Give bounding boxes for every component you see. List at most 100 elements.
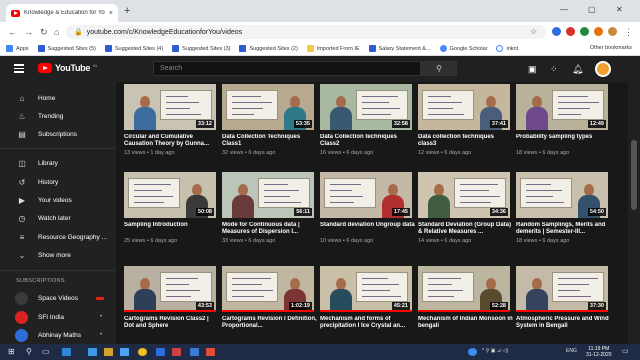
video-thumbnail[interactable]: 43:53 <box>124 266 216 312</box>
hamburger-menu-icon[interactable] <box>14 64 24 73</box>
video-thumbnail[interactable]: 56:11 <box>222 172 314 218</box>
video-title[interactable]: Random Samplings, Merits and demerits | … <box>516 222 612 236</box>
windows-start-icon[interactable]: ⊞ <box>8 347 15 357</box>
video-thumbnail[interactable]: 1:02:19 <box>222 266 314 312</box>
video-card[interactable]: 37:30 Atmospheric Pressure and Wind Syste… <box>516 266 609 344</box>
apps-grid-icon[interactable]: ⁘ <box>550 63 558 75</box>
sidebar-item-subscriptions[interactable]: ▤ Subscriptions <box>0 125 116 143</box>
minimize-button[interactable]: — <box>560 5 568 14</box>
sidebar-item-library[interactable]: ◫ Library <box>0 154 116 172</box>
taskbar-app-icon[interactable] <box>206 348 215 356</box>
other-bookmarks[interactable]: Other bookmarks <box>590 45 632 51</box>
task-view-icon[interactable]: ▭ <box>42 347 50 357</box>
forward-arrow-icon[interactable]: → <box>24 26 33 38</box>
video-title[interactable]: Cartograms Revision I Definition, Propor… <box>222 316 318 330</box>
home-icon[interactable]: ⌂ <box>54 26 59 38</box>
video-title[interactable]: Mechanism and forms of precipitation I I… <box>320 316 416 330</box>
video-thumbnail[interactable]: 12:49 <box>516 84 608 130</box>
bookmark-item[interactable]: Suggested Sites (4) <box>104 45 163 52</box>
sidebar-item-trending[interactable]: ♨ Trending <box>0 107 116 125</box>
video-title[interactable]: Circular and Cumulative Causation Theory… <box>124 134 220 148</box>
video-thumbnail[interactable]: 53:35 <box>222 84 314 130</box>
new-tab-button[interactable]: + <box>124 4 130 18</box>
sidebar-item-history[interactable]: ↺ History <box>0 173 116 191</box>
bookmark-item[interactable]: Suggested Sites (5) <box>37 45 96 52</box>
back-arrow-icon[interactable]: ← <box>8 26 17 38</box>
sidebar-subscription-sfi-india[interactable]: SFI India • <box>0 308 116 326</box>
video-thumbnail[interactable]: 34:36 <box>418 172 510 218</box>
video-thumbnail[interactable]: 37:41 <box>418 84 510 130</box>
sidebar-item-your-videos[interactable]: ▶ Your videos <box>0 191 116 209</box>
browser-menu-icon[interactable]: ⋮ <box>624 26 633 38</box>
video-card[interactable]: 50:08 Sampling Introduction 25 views • 6 d… <box>124 172 216 250</box>
notifications-bell-icon[interactable]: 🔔︎ <box>572 63 583 75</box>
video-card[interactable]: 12:49 Probability sampling types 18 views … <box>516 84 608 162</box>
bookmark-item[interactable]: Salary Statement &... <box>368 45 431 52</box>
video-title[interactable]: Data Collection techniques Class2 <box>320 134 416 148</box>
video-card[interactable]: 43:53 Cartograms Revision Class2 | Dot an… <box>124 266 216 344</box>
address-bar[interactable]: 🔒 youtube.com/c/KnowledgeEducationforYou… <box>66 25 546 39</box>
video-card[interactable]: 54:50 Random Samplings, Merits and demeri… <box>516 172 608 250</box>
video-title[interactable]: Data Collection Techniques Class1 <box>222 134 318 148</box>
search-button[interactable]: ⚲ <box>421 61 457 76</box>
star-bookmark-icon[interactable]: ☆ <box>530 26 537 38</box>
taskbar-app-icon[interactable] <box>88 348 97 356</box>
video-thumbnail[interactable]: 45:21 <box>320 266 412 312</box>
profile-avatar[interactable] <box>608 27 617 36</box>
video-card[interactable]: 52:28 Mechanism of Indian Monsoon in beng… <box>418 266 513 344</box>
video-card[interactable]: 53:35 Data Collection Techniques Class1 32… <box>222 84 314 162</box>
taskbar-app-icon[interactable] <box>120 348 129 356</box>
system-tray-icons[interactable]: ^ ⚲ ▣ ⊿ ◁) <box>482 348 508 354</box>
notifications-icon[interactable]: ▭ <box>622 347 629 357</box>
search-icon[interactable]: ⚲ <box>26 347 32 357</box>
extension-icon[interactable] <box>552 27 561 36</box>
taskbar-app-icon[interactable] <box>62 348 71 356</box>
bookmark-item[interactable]: inknt <box>496 45 518 52</box>
video-title[interactable]: Mechanism of Indian Monsoon in bengali <box>418 316 514 330</box>
extension-icon[interactable] <box>580 27 589 36</box>
video-thumbnail[interactable]: 52:28 <box>418 266 510 312</box>
create-video-icon[interactable]: ▣ <box>528 63 537 75</box>
user-tray-icon[interactable] <box>468 348 477 356</box>
taskbar-app-icon[interactable] <box>172 348 181 356</box>
video-thumbnail[interactable]: 32:58 <box>320 84 412 130</box>
sidebar-item-watch-later[interactable]: ◷ Watch later <box>0 209 116 227</box>
maximize-button[interactable]: ▢ <box>588 5 596 14</box>
sidebar-item-show-more[interactable]: ⌄ Show more <box>0 246 116 264</box>
video-card[interactable]: 37:41 Data collection techniques class3 12… <box>418 84 510 162</box>
bookmark-folder[interactable]: Imported From IE <box>306 45 360 52</box>
sidebar-subscription-space-videos[interactable]: Space Videos <box>0 289 116 307</box>
video-card[interactable]: 17:45 Standard deviation Ungroup data 10 v… <box>320 172 415 250</box>
reload-icon[interactable]: ↻ <box>40 26 48 38</box>
taskbar-app-icon[interactable] <box>190 348 199 356</box>
search-input[interactable]: Search <box>153 61 421 76</box>
bookmark-apps[interactable]: Apps <box>6 45 29 52</box>
video-title[interactable]: Probability sampling types <box>516 134 612 141</box>
sidebar-subscription-abhinay-maths[interactable]: Abhinay Maths • <box>0 326 116 344</box>
taskbar-clock[interactable]: 11:19 PM 31-12-2020 <box>586 346 612 358</box>
video-card[interactable]: 45:21 Mechanism and forms of precipitatio… <box>320 266 412 344</box>
video-card[interactable]: 56:11 Mode for Continuous data | Measures… <box>222 172 314 250</box>
sidebar-item-playlist[interactable]: ≡ Resource Geography ... <box>0 228 116 246</box>
video-title[interactable]: Sampling Introduction <box>124 222 220 229</box>
video-title[interactable]: Mode for Continuous data | Measures of D… <box>222 222 318 236</box>
bookmark-item[interactable]: Suggested Sites (3) <box>172 45 230 52</box>
sidebar-item-home[interactable]: ⌂ Home <box>0 89 116 107</box>
bookmark-item[interactable]: Suggested Sites (2) <box>239 45 298 52</box>
folder-icon[interactable] <box>104 348 113 356</box>
video-title[interactable]: Standard Deviation (Group Data) & Relati… <box>418 222 514 236</box>
video-thumbnail[interactable]: 50:08 <box>124 172 216 218</box>
video-card[interactable]: 33:12 Circular and Cumulative Causation T… <box>124 84 216 162</box>
video-thumbnail[interactable]: 37:30 <box>516 266 608 312</box>
input-language[interactable]: ENG <box>566 348 577 354</box>
video-card[interactable]: 34:36 Standard Deviation (Group Data) & R… <box>418 172 511 250</box>
video-title[interactable]: Data collection techniques class3 <box>418 134 514 148</box>
extension-icon[interactable] <box>566 27 575 36</box>
tab-close-icon[interactable]: × <box>109 10 113 17</box>
video-thumbnail[interactable]: 17:45 <box>320 172 412 218</box>
extension-icon[interactable] <box>594 27 603 36</box>
video-card[interactable]: 32:58 Data Collection techniques Class2 16… <box>320 84 412 162</box>
video-title[interactable]: Standard deviation Ungroup data <box>320 222 416 229</box>
video-title[interactable]: Cartograms Revision Class2 | Dot and Sph… <box>124 316 220 330</box>
scrollbar-thumb[interactable] <box>631 140 637 210</box>
